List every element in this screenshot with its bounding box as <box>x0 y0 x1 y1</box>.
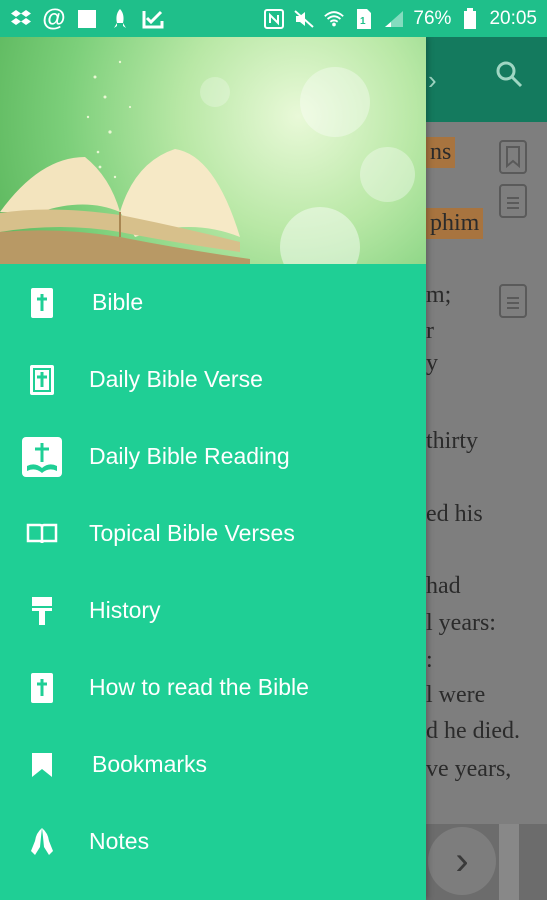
drawer-menu: Bible Daily Bible Verse Daily Bible Read… <box>0 264 426 880</box>
nfc-icon <box>263 8 285 30</box>
praying-hands-icon <box>22 822 62 862</box>
menu-item-label: Daily Bible Reading <box>89 443 290 469</box>
battery-percent: 76% <box>413 7 452 29</box>
at-sign-icon: @ <box>42 4 66 32</box>
clock: 20:05 <box>489 7 537 29</box>
verse-line: d he died. <box>426 718 520 744</box>
square-icon <box>76 8 98 30</box>
scroll-strip <box>499 824 519 900</box>
bible-icon <box>22 283 62 323</box>
search-icon[interactable] <box>494 59 524 94</box>
menu-item-daily-bible-reading[interactable]: Daily Bible Reading <box>0 418 426 495</box>
battery-icon <box>459 7 481 30</box>
verse-line: thirty <box>426 428 478 454</box>
verse-line: ve years, <box>426 756 512 782</box>
verse-line: ed his <box>426 501 483 527</box>
cross-book-icon <box>22 436 62 477</box>
menu-item-bookmarks[interactable]: Bookmarks <box>0 726 426 803</box>
verse-line: phim <box>426 208 484 239</box>
menu-item-label: Daily Bible Verse <box>89 366 263 392</box>
next-chapter-button[interactable]: › <box>428 827 496 895</box>
bible-icon <box>22 668 62 708</box>
bookmark-icon <box>22 745 62 785</box>
menu-item-label: How to read the Bible <box>89 674 309 700</box>
verse-line: : <box>426 647 433 673</box>
menu-item-topical-bible-verses[interactable]: Topical Bible Verses <box>0 495 426 572</box>
menu-item-label: History <box>89 597 161 623</box>
verse-line: l were <box>426 682 486 708</box>
status-bar: @ 1 76% 20:05 <box>0 0 547 37</box>
mute-icon <box>293 8 315 30</box>
note-icon[interactable] <box>499 184 527 218</box>
menu-item-label: Notes <box>89 828 150 854</box>
signal-icon <box>383 8 405 30</box>
bottom-nav: › <box>426 824 547 900</box>
menu-item-daily-bible-verse[interactable]: Daily Bible Verse <box>0 341 426 418</box>
verse-line: had <box>426 573 461 599</box>
next-chevron-icon[interactable]: › <box>428 65 437 96</box>
open-book-illustration <box>0 60 250 264</box>
wifi-icon <box>323 8 345 30</box>
menu-item-label: Bookmarks <box>92 751 208 777</box>
open-book-icon <box>22 514 62 554</box>
menu-item-bible[interactable]: Bible <box>0 264 426 341</box>
note-icon[interactable] <box>499 284 527 318</box>
menu-item-how-to-read[interactable]: How to read the Bible <box>0 649 426 726</box>
menu-item-history[interactable]: History <box>0 572 426 649</box>
calendar-book-icon <box>22 360 62 400</box>
menu-item-notes[interactable]: Notes <box>0 803 426 880</box>
dropbox-icon <box>10 8 32 30</box>
bookmark-outline-icon[interactable] <box>499 140 527 174</box>
svg-text:1: 1 <box>360 16 366 27</box>
verse-line: y <box>426 350 438 376</box>
verse-line: ns <box>426 137 456 168</box>
checkmark-flag-icon <box>142 8 164 30</box>
sim-card-icon: 1 <box>353 8 375 30</box>
verse-line: l years: <box>426 610 496 636</box>
rocket-icon <box>109 8 131 30</box>
drawer-header-image <box>0 37 426 264</box>
menu-item-label: Bible <box>92 289 144 315</box>
menu-item-label: Topical Bible Verses <box>89 520 295 546</box>
navigation-drawer: Bible Daily Bible Verse Daily Bible Read… <box>0 37 426 900</box>
verse-line: r <box>426 318 434 344</box>
paint-roller-icon <box>22 591 62 631</box>
verse-line: m; <box>426 282 452 308</box>
